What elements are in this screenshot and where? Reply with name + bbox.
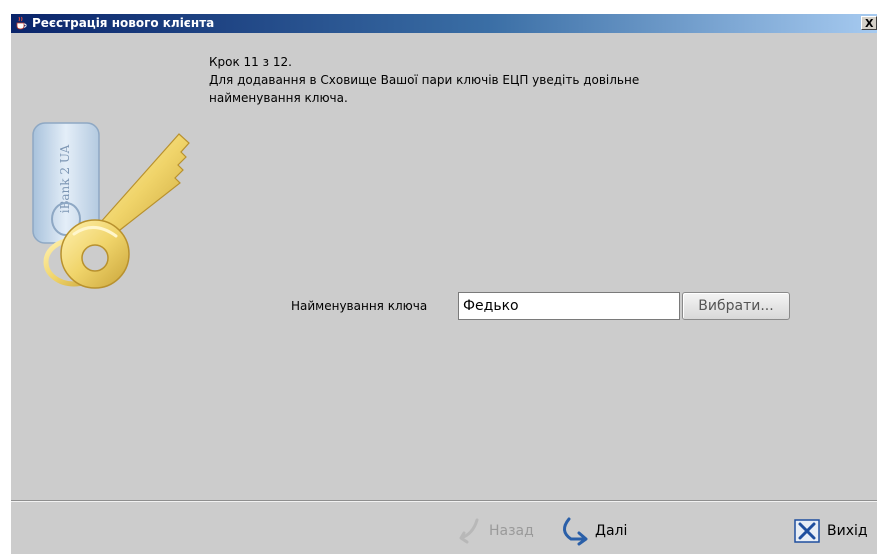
exit-label: Вихід (827, 523, 868, 539)
registration-window: Реєстрація нового клієнта X Крок 11 з 12… (11, 14, 877, 554)
back-arrow-icon (459, 518, 479, 544)
close-button[interactable]: X (861, 16, 877, 30)
key-with-token-illustration: iBank 2 UA (32, 122, 190, 289)
instruction-line: найменування ключа. (209, 91, 348, 105)
instruction-line: Для додавання в Сховище Вашої пари ключі… (209, 73, 640, 87)
next-button[interactable]: Далі (557, 516, 627, 546)
title-bar[interactable]: Реєстрація нового клієнта X (11, 14, 877, 33)
next-arrow-icon (563, 517, 588, 546)
next-label: Далі (595, 523, 628, 539)
back-label: Назад (489, 523, 534, 539)
key-name-label: Найменування ключа (291, 299, 428, 313)
back-button[interactable]: Назад (451, 516, 534, 546)
exit-x-icon (794, 519, 820, 543)
choose-button[interactable]: Вибрати... (682, 292, 790, 320)
step-counter: Крок 11 з 12. (209, 55, 292, 69)
step-instruction: Крок 11 з 12. Для додавання в Сховище Ва… (209, 53, 769, 107)
key-name-input[interactable] (458, 292, 680, 320)
key-blade-shape (98, 133, 190, 238)
java-cup-icon (16, 16, 27, 30)
window-title: Реєстрація нового клієнта (32, 16, 215, 30)
exit-button[interactable]: Вихід (793, 516, 868, 546)
footer-divider (11, 500, 877, 502)
